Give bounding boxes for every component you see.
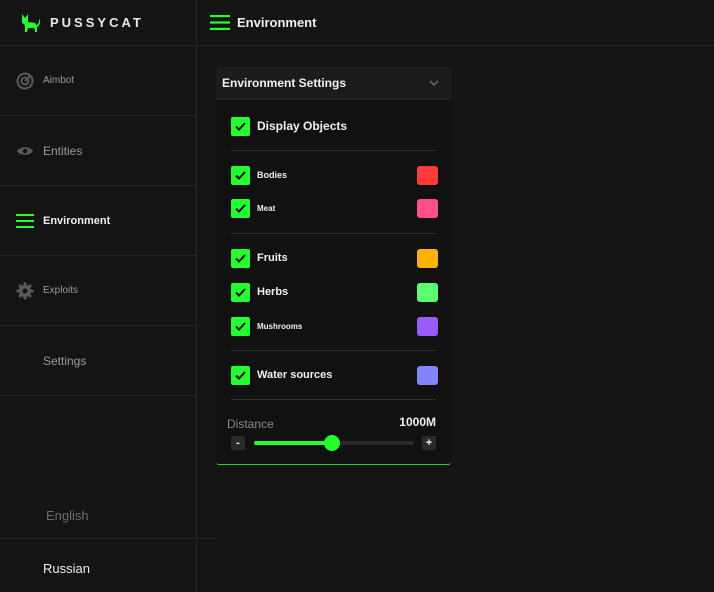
- brand-name: PUSSYCAT: [50, 15, 144, 30]
- display-objects-label: Display Objects: [257, 119, 348, 133]
- check-icon: [235, 170, 246, 180]
- menu-icon: [16, 212, 34, 230]
- check-icon: [235, 321, 246, 331]
- sidebar-item-label: Entities: [43, 143, 83, 158]
- divider: [231, 150, 436, 151]
- sidebar-item-label: Aimbot: [43, 75, 75, 86]
- distance-value: 1000M: [399, 415, 436, 429]
- language-english[interactable]: English: [0, 493, 216, 539]
- divider: [231, 233, 436, 234]
- display-objects-row: Display Objects: [231, 116, 438, 136]
- gear-icon: [16, 282, 34, 300]
- mushrooms-checkbox[interactable]: [231, 316, 250, 336]
- herbs-color-swatch[interactable]: [417, 282, 438, 302]
- check-icon: [235, 203, 246, 213]
- check-icon: [235, 370, 246, 380]
- water-sources-checkbox[interactable]: [231, 365, 250, 385]
- check-icon: [235, 253, 246, 263]
- environment-settings-panel: Environment Settings Display Objects Bod…: [216, 67, 451, 465]
- fruits-color-swatch[interactable]: [417, 248, 438, 268]
- brand: PUSSYCAT: [0, 0, 196, 46]
- mushrooms-color-swatch[interactable]: [417, 316, 438, 336]
- sidebar-item-entities[interactable]: Entities: [0, 116, 196, 186]
- divider: [231, 350, 436, 351]
- panel-header[interactable]: Environment Settings: [216, 67, 451, 100]
- list-item: Fruits: [231, 248, 438, 268]
- list-item: Mushrooms: [231, 316, 438, 336]
- mushrooms-label: Mushrooms: [257, 321, 303, 331]
- bodies-color-swatch[interactable]: [417, 165, 438, 185]
- sidebar-item-settings[interactable]: Settings: [0, 326, 196, 396]
- bodies-checkbox[interactable]: [231, 165, 250, 185]
- eye-icon: [16, 142, 34, 160]
- list-item: Meat: [231, 198, 438, 218]
- fruits-label: Fruits: [257, 252, 288, 264]
- chevron-down-icon[interactable]: [429, 80, 439, 86]
- herbs-checkbox[interactable]: [231, 282, 250, 302]
- sidebar-item-exploits[interactable]: Exploits: [0, 256, 196, 326]
- sidebar-item-label: Environment: [43, 214, 111, 227]
- distance-label: Distance: [227, 417, 274, 431]
- divider: [231, 399, 436, 400]
- sidebar-item-label: Settings: [43, 353, 87, 368]
- distance-decrease-button[interactable]: -: [231, 436, 245, 450]
- sidebar-item-aimbot[interactable]: Aimbot: [0, 46, 196, 116]
- header: Environment: [197, 0, 714, 46]
- water-sources-label: Water sources: [257, 369, 333, 381]
- sidebar-item-label: Exploits: [43, 285, 79, 296]
- bodies-label: Bodies: [257, 170, 288, 180]
- check-icon: [235, 287, 246, 297]
- list-item: Bodies: [231, 165, 438, 185]
- distance-slider[interactable]: [254, 435, 414, 451]
- fruits-checkbox[interactable]: [231, 248, 250, 268]
- distance-slider-fill: [254, 441, 333, 445]
- page-title: Environment: [237, 15, 317, 30]
- list-item: Water sources: [231, 365, 438, 385]
- language-russian[interactable]: Russian: [0, 545, 216, 591]
- panel-title: Environment Settings: [222, 76, 347, 90]
- distance-slider-thumb[interactable]: [324, 435, 341, 451]
- cat-icon: [22, 13, 41, 32]
- target-icon: [16, 72, 34, 90]
- meat-checkbox[interactable]: [231, 198, 250, 218]
- check-icon: [235, 121, 246, 131]
- sidebar-item-environment[interactable]: Environment: [0, 186, 196, 256]
- list-item: Herbs: [231, 282, 438, 302]
- display-objects-checkbox[interactable]: [231, 116, 250, 136]
- water-sources-color-swatch[interactable]: [417, 365, 438, 385]
- herbs-label: Herbs: [257, 286, 289, 298]
- meat-color-swatch[interactable]: [417, 198, 438, 218]
- distance-increase-button[interactable]: +: [422, 436, 436, 450]
- menu-icon[interactable]: [210, 15, 230, 30]
- meat-label: Meat: [257, 203, 276, 213]
